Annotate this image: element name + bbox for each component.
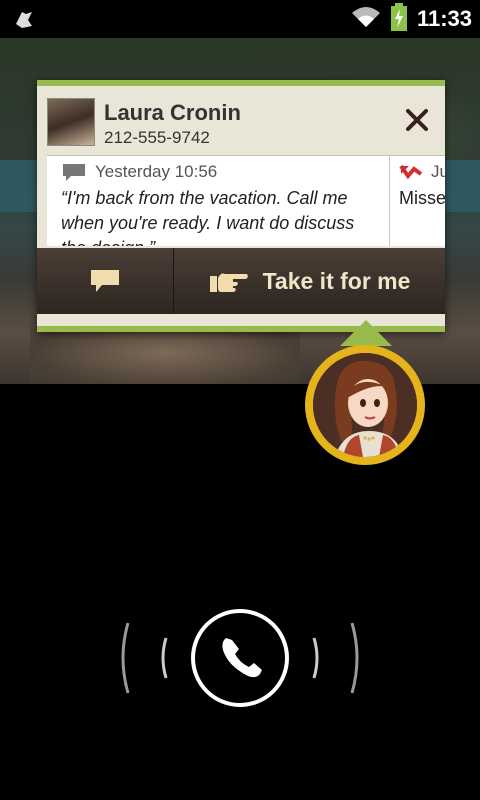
message-timestamp: Yesterday 10:56 <box>95 162 218 181</box>
status-time: 11:33 <box>416 6 472 31</box>
assistant-avatar-icon <box>313 353 417 457</box>
close-button[interactable] <box>403 106 431 134</box>
reply-message-button[interactable] <box>37 248 174 314</box>
pointing-hand-icon <box>209 273 248 292</box>
caller-name: Laura Cronin <box>104 100 241 125</box>
battery-charging-icon <box>390 2 407 36</box>
close-icon <box>406 109 428 131</box>
message-timestamp: Ju <box>431 162 445 181</box>
caller-avatar <box>47 98 95 146</box>
message-item[interactable]: Yesterday 10:56 “I'm back from the vacat… <box>47 156 390 246</box>
caller-header: Laura Cronin 212-555-9742 <box>37 86 445 152</box>
message-text: Misse <box>399 188 445 208</box>
chat-bubble-icon <box>91 270 119 292</box>
card-pointer <box>340 320 392 346</box>
caller-phone: 212-555-9742 <box>104 128 210 147</box>
take-it-label: Take it for me <box>262 267 411 294</box>
message-list[interactable]: Yesterday 10:56 “I'm back from the vacat… <box>47 155 445 246</box>
take-it-for-me-button[interactable]: Take it for me <box>174 248 445 314</box>
phone-handset-icon <box>121 609 359 707</box>
message-item[interactable]: Ju <box>399 162 445 182</box>
assistant-avatar-button[interactable] <box>305 345 425 465</box>
speech-bubble-icon <box>63 164 85 181</box>
action-bar: Take it for me <box>37 248 445 314</box>
message-text: “I'm back from the vacation. Call me whe… <box>61 188 355 246</box>
ghost-icon <box>12 8 36 37</box>
status-bar: 11:33 <box>0 0 480 38</box>
missed-call-icon <box>399 164 423 180</box>
caller-card: Laura Cronin 212-555-9742 Yesterday 10:5… <box>37 80 445 332</box>
wifi-icon <box>351 5 381 34</box>
answer-call-button[interactable] <box>121 608 359 708</box>
